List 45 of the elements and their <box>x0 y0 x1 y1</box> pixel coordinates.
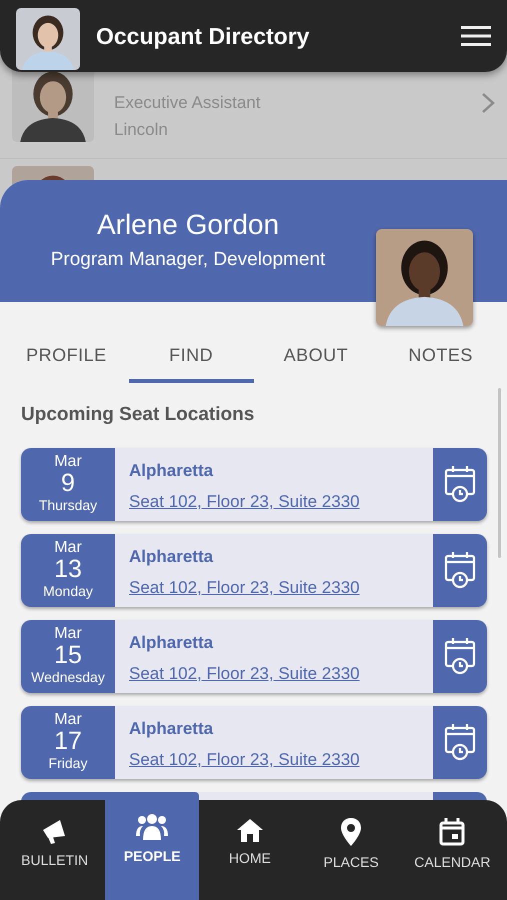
location-text: Lincoln <box>114 119 169 141</box>
calendar-clock-icon[interactable] <box>444 551 476 589</box>
nav-tab[interactable]: BULLETIN <box>4 800 106 900</box>
seat-link[interactable]: Seat 102, Floor 23, Suite 2330 <box>129 661 360 686</box>
weekday-text: Friday <box>48 756 88 771</box>
nav-tab[interactable]: PLACES <box>300 800 402 900</box>
map-pin-icon <box>341 818 362 846</box>
section-title: Upcoming Seat Locations <box>21 403 256 427</box>
place-name: Alpharetta <box>129 546 214 568</box>
place-name: Alpharetta <box>129 460 214 482</box>
scrollbar[interactable] <box>498 388 501 558</box>
profile-role: Program Manager, Development <box>50 248 326 272</box>
seat-link[interactable]: Seat 102, Floor 23, Suite 2330 <box>129 747 360 772</box>
menu-icon[interactable] <box>461 26 491 46</box>
calendar-icon <box>439 818 466 846</box>
nav-tab[interactable]: PEOPLE <box>105 792 200 900</box>
day-number: 15 <box>54 642 82 670</box>
app-title: Occupant Directory <box>96 22 310 51</box>
place-name: Alpharetta <box>129 632 214 654</box>
home-icon <box>236 818 264 842</box>
month-text: Mar <box>54 624 82 642</box>
day-number: 9 <box>61 470 75 498</box>
profile-name: Arlene Gordon <box>96 208 280 242</box>
place-name: Alpharetta <box>129 718 214 740</box>
nav-tab[interactable]: CALENDAR <box>402 800 503 900</box>
tab[interactable]: FIND <box>128 338 254 383</box>
month-text: Mar <box>54 538 82 556</box>
calendar-clock-icon[interactable] <box>444 723 476 761</box>
weekday-text: Monday <box>43 584 93 599</box>
seat-link[interactable]: Seat 102, Floor 23, Suite 2330 <box>129 489 360 514</box>
tab[interactable]: PROFILE <box>4 338 129 383</box>
day-number: 17 <box>54 728 82 756</box>
nav-tab[interactable]: HOME <box>199 800 300 900</box>
job-title: Executive Assistant <box>114 92 262 114</box>
weekday-text: Wednesday <box>31 670 105 685</box>
people-icon <box>136 812 168 840</box>
month-text: Mar <box>54 710 82 728</box>
day-number: 13 <box>54 556 82 584</box>
calendar-clock-icon[interactable] <box>444 465 476 503</box>
tab[interactable]: NOTES <box>378 338 503 383</box>
tab[interactable]: ABOUT <box>254 338 378 383</box>
month-text: Mar <box>54 452 82 470</box>
weekday-text: Thursday <box>38 498 98 513</box>
seat-link[interactable]: Seat 102, Floor 23, Suite 2330 <box>129 575 360 600</box>
calendar-clock-icon[interactable] <box>444 637 476 675</box>
